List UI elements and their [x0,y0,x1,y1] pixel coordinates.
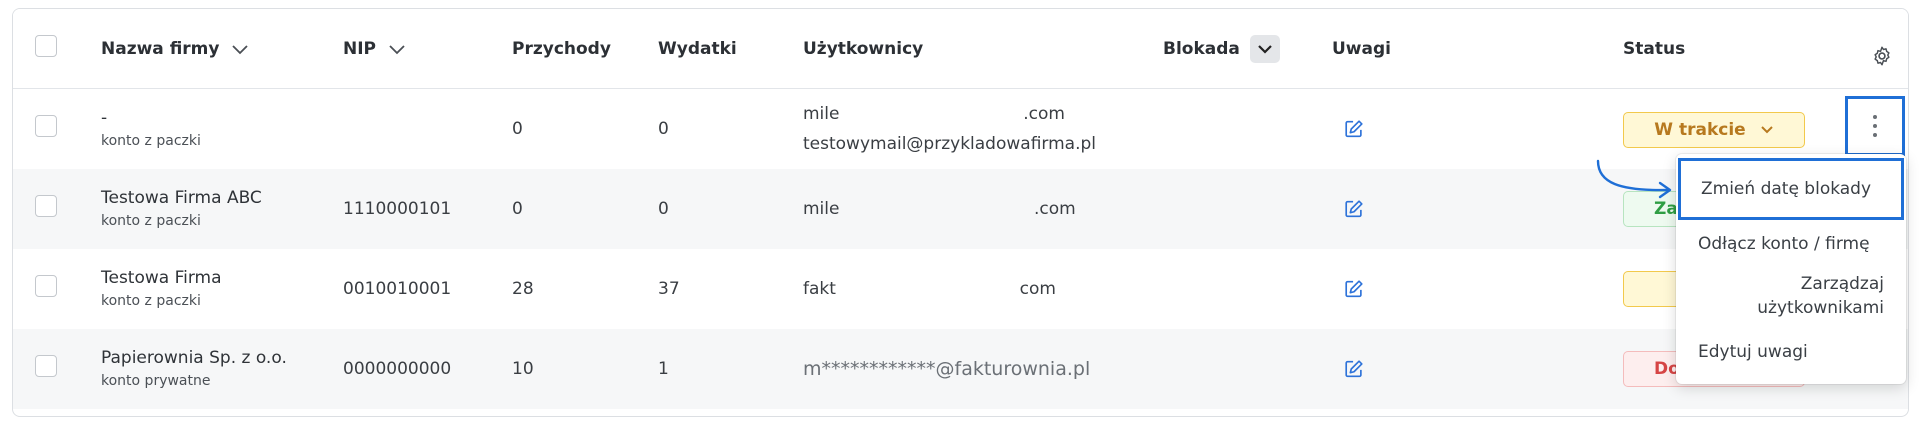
menu-change-block-date[interactable]: Zmień datę blokady [1678,158,1904,220]
gear-icon[interactable] [1871,45,1893,67]
user-email: mile .com [803,104,1065,124]
status-label: W trakcie [1654,120,1746,140]
edit-icon [1345,120,1363,138]
chevron-down-icon [1258,44,1272,54]
chevron-down-icon [1760,126,1773,134]
menu-manage-users[interactable]: Zarządzaj użytkownikami [1676,272,1906,320]
header-notes: Uwagi [1332,38,1391,59]
user-email: fakt com [803,279,1056,299]
user-email: mile .com [803,199,1076,219]
notes-edit-button[interactable] [1343,169,1365,249]
chevron-down-icon [389,44,405,54]
notes-edit-button[interactable] [1343,329,1365,409]
edit-icon [1345,360,1363,378]
company-account-type: konto prywatne [101,373,211,389]
header-company-name-label: Nazwa firmy [101,38,220,59]
edit-icon [1345,280,1363,298]
header-block-label: Blokada [1163,38,1240,59]
income-value: 0 [512,199,523,219]
expenses-value: 0 [658,119,669,139]
row-actions-menu: Zmień datę blokady Odłącz konto / firmę … [1676,154,1906,384]
status-dropdown[interactable]: W trakcie [1623,112,1805,148]
expenses-value: 37 [658,279,680,299]
table-row: Testowa Firma konto z paczki 0010010001 … [13,249,1908,329]
income-value: 28 [512,279,534,299]
nip-value: 0010010001 [343,279,452,299]
table-header: Nazwa firmy NIP Przychody Wydatki Użytko… [13,9,1908,89]
header-block: Blokada [1163,9,1280,88]
row-checkbox[interactable] [35,115,57,137]
users-cell: fakt com [803,249,1056,329]
menu-manage-users-line2: użytkownikami [1757,298,1884,318]
menu-edit-notes[interactable]: Edytuj uwagi [1676,332,1906,372]
nip-value: 0000000000 [343,359,452,379]
block-filter-toggle[interactable] [1249,34,1280,63]
company-cell: Papierownia Sp. z o.o. konto prywatne [101,329,287,409]
expenses-value: 1 [658,359,669,379]
user-email: testowymail@przykladowafirma.pl [803,134,1096,154]
header-users: Użytkownicy [803,38,924,59]
company-account-type: konto z paczki [101,213,201,229]
company-cell: Testowa Firma ABC konto z paczki [101,169,262,249]
header-income: Przychody [512,38,611,59]
header-company-name[interactable]: Nazwa firmy [101,9,249,88]
chevron-down-icon [232,44,249,54]
header-status: Status [1623,38,1686,59]
company-account-type: konto z paczki [101,133,201,149]
menu-manage-users-line1: Zarządzaj [1800,274,1884,294]
company-name[interactable]: - [101,108,107,128]
header-expenses: Wydatki [658,38,737,59]
row-checkbox[interactable] [35,195,57,217]
select-all-checkbox[interactable] [35,35,57,57]
users-cell: mile .com testowymail@przykladowafirma.p… [803,89,1096,169]
menu-disconnect-account[interactable]: Odłącz konto / firmę [1676,224,1906,264]
table-row: Papierownia Sp. z o.o. konto prywatne 00… [13,329,1908,409]
status-label: Za [1654,199,1678,219]
header-nip-label: NIP [343,38,377,59]
kebab-icon [1873,115,1877,137]
users-cell: mile .com [803,169,1076,249]
row-actions-button[interactable] [1845,96,1905,156]
nip-value: 1110000101 [343,199,452,219]
row-checkbox[interactable] [35,275,57,297]
company-name[interactable]: Testowa Firma ABC [101,188,262,208]
notes-edit-button[interactable] [1343,89,1365,169]
edit-icon [1345,200,1363,218]
company-name[interactable]: Testowa Firma [101,268,222,288]
companies-table: Nazwa firmy NIP Przychody Wydatki Użytko… [12,8,1909,417]
expenses-value: 0 [658,199,669,219]
users-cell: m************@fakturownia.pl [803,329,1090,409]
company-account-type: konto z paczki [101,293,201,309]
user-email: m************@fakturownia.pl [803,358,1091,380]
notes-edit-button[interactable] [1343,249,1365,329]
curved-arrow-icon [1596,159,1672,199]
row-checkbox[interactable] [35,355,57,377]
company-cell: Testowa Firma konto z paczki [101,249,222,329]
income-value: 0 [512,119,523,139]
company-name[interactable]: Papierownia Sp. z o.o. [101,348,287,368]
company-cell: - konto z paczki [101,89,201,169]
income-value: 10 [512,359,534,379]
header-nip[interactable]: NIP [343,9,406,88]
